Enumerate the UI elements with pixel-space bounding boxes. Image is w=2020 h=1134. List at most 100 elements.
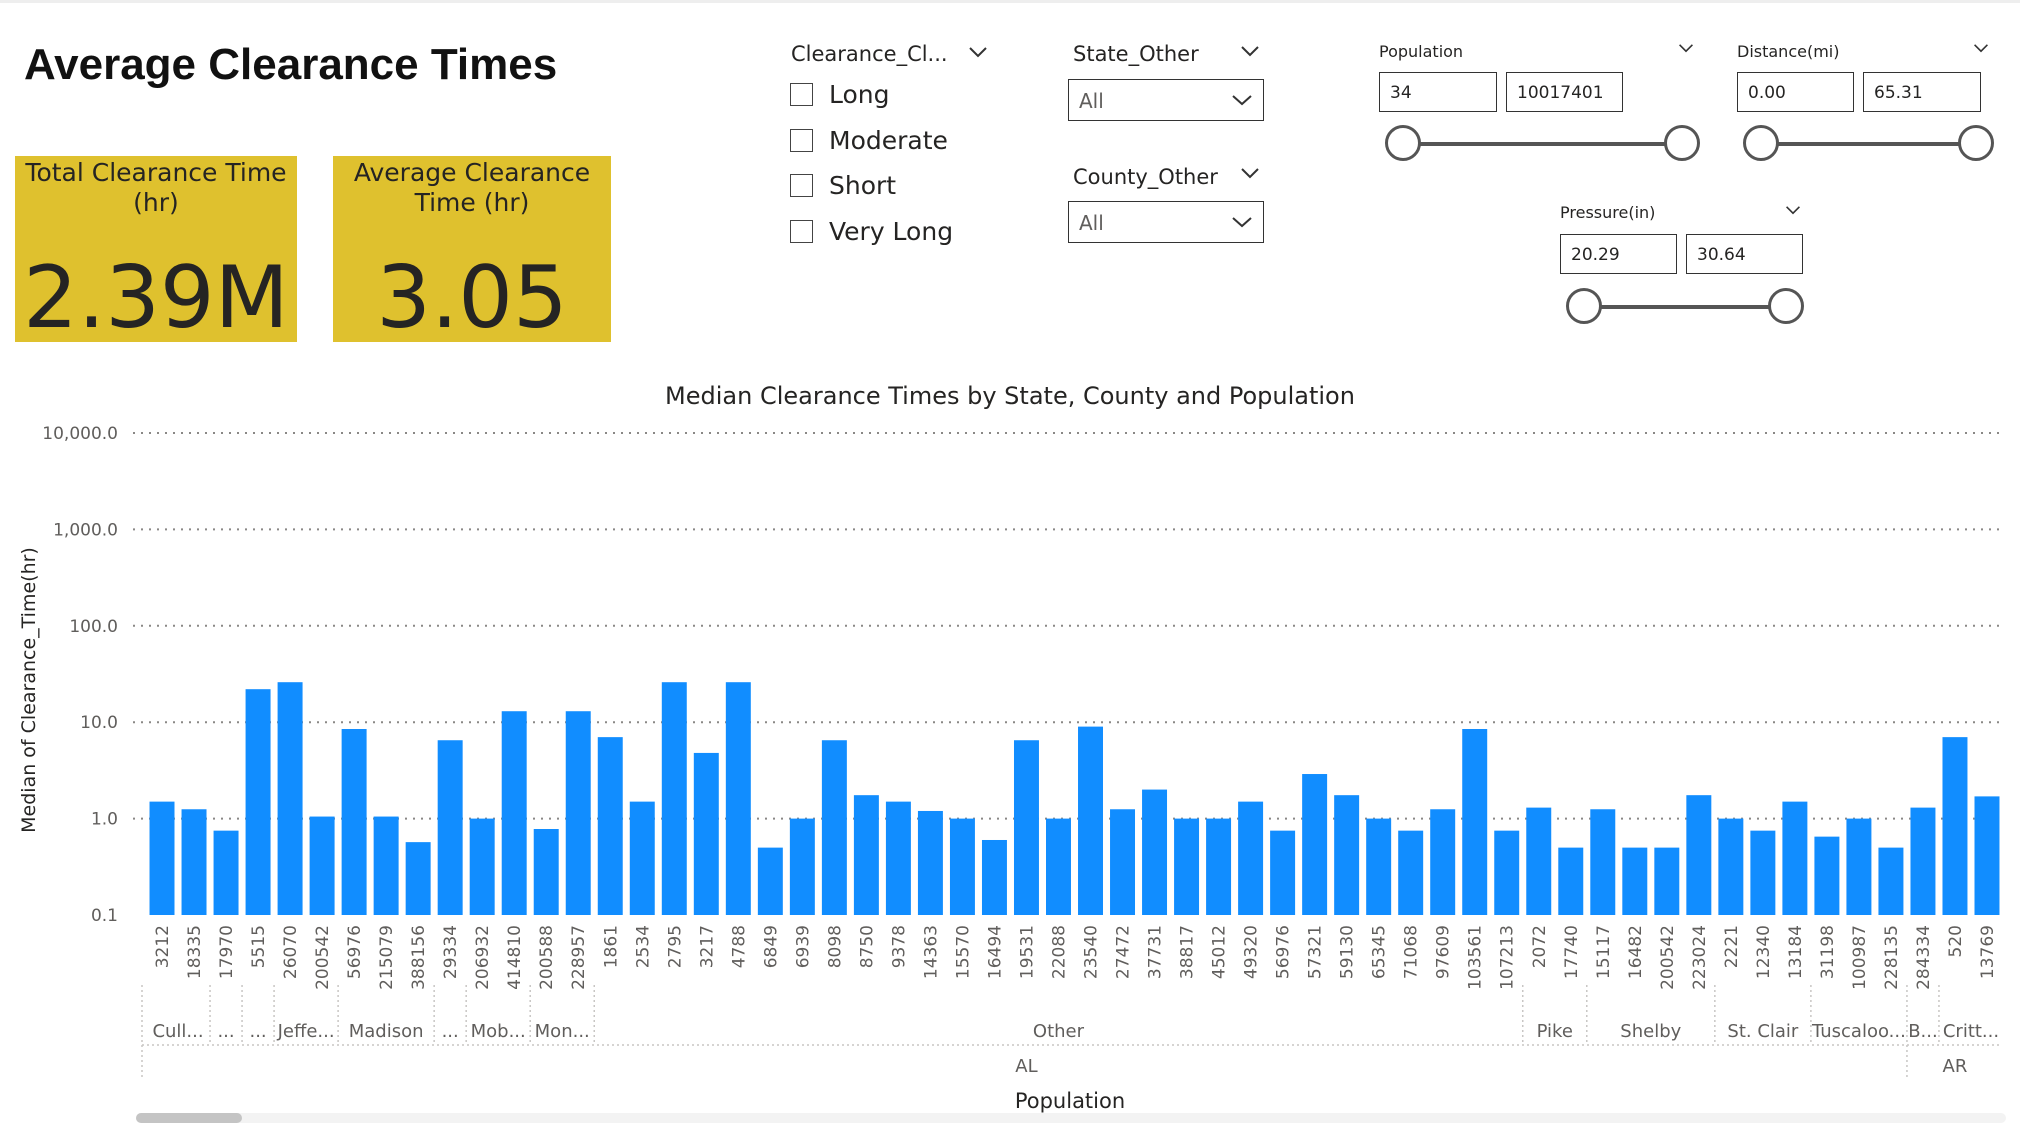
checkbox-icon[interactable] bbox=[790, 82, 813, 106]
bar[interactable] bbox=[1430, 809, 1456, 915]
bar[interactable] bbox=[469, 818, 495, 915]
bar[interactable] bbox=[1782, 801, 1808, 915]
population-max-handle[interactable] bbox=[1664, 125, 1700, 161]
bar[interactable] bbox=[149, 801, 175, 915]
checkbox-short[interactable]: Short bbox=[790, 168, 896, 202]
bar[interactable] bbox=[1142, 789, 1168, 915]
population-min-handle[interactable] bbox=[1385, 125, 1421, 161]
bar[interactable] bbox=[1110, 809, 1136, 915]
population-max-input[interactable]: 10017401 bbox=[1506, 72, 1623, 112]
distance-max-handle[interactable] bbox=[1958, 125, 1994, 161]
chevron-down-icon[interactable] bbox=[1240, 45, 1260, 57]
x-tick-label: 19531 bbox=[1017, 925, 1037, 979]
bar[interactable] bbox=[1270, 830, 1296, 915]
bar[interactable] bbox=[245, 689, 271, 915]
bar[interactable] bbox=[917, 810, 943, 915]
bar[interactable] bbox=[373, 816, 399, 915]
pressure-max-input[interactable]: 30.64 bbox=[1686, 234, 1803, 274]
bar[interactable] bbox=[405, 842, 431, 915]
bar[interactable] bbox=[1302, 774, 1328, 915]
bar[interactable] bbox=[853, 795, 879, 915]
bar[interactable] bbox=[1238, 801, 1264, 915]
bar[interactable] bbox=[757, 847, 783, 915]
bar[interactable] bbox=[1622, 847, 1648, 915]
bar[interactable] bbox=[1334, 795, 1360, 915]
bar[interactable] bbox=[1654, 847, 1680, 915]
chevron-down-icon[interactable] bbox=[1678, 43, 1694, 53]
bar[interactable] bbox=[1878, 847, 1904, 915]
chart-scrollbar-track[interactable] bbox=[136, 1113, 2006, 1123]
bar[interactable] bbox=[341, 729, 367, 915]
bar[interactable] bbox=[693, 752, 719, 915]
population-min-input[interactable]: 34 bbox=[1379, 72, 1497, 112]
bar[interactable] bbox=[1814, 836, 1840, 915]
x-tick-label: 71068 bbox=[1402, 925, 1422, 979]
bar[interactable] bbox=[885, 801, 911, 915]
bar[interactable] bbox=[1526, 807, 1552, 915]
distance-min-handle[interactable] bbox=[1743, 125, 1779, 161]
bar[interactable] bbox=[1494, 830, 1520, 915]
pressure-min-handle[interactable] bbox=[1566, 288, 1602, 324]
chart-scrollbar-thumb[interactable] bbox=[136, 1113, 242, 1123]
x-tick-label: 38817 bbox=[1178, 925, 1198, 979]
distance-slider-track[interactable] bbox=[1760, 142, 1976, 146]
checkbox-icon[interactable] bbox=[790, 128, 813, 152]
checkbox-moderate[interactable]: Moderate bbox=[790, 123, 948, 157]
y-tick-label: 100.0 bbox=[69, 617, 118, 637]
bar[interactable] bbox=[1462, 729, 1488, 915]
bar[interactable] bbox=[213, 830, 239, 915]
bar[interactable] bbox=[1206, 818, 1232, 915]
bar[interactable] bbox=[597, 737, 623, 915]
bar[interactable] bbox=[629, 801, 655, 915]
bar[interactable] bbox=[1398, 830, 1424, 915]
chevron-down-icon[interactable] bbox=[1973, 43, 1989, 53]
bar[interactable] bbox=[565, 711, 591, 915]
chevron-down-icon[interactable] bbox=[968, 46, 988, 58]
checkbox-icon[interactable] bbox=[790, 173, 813, 197]
bar[interactable] bbox=[1942, 737, 1968, 915]
checkbox-icon[interactable] bbox=[790, 219, 813, 243]
bar[interactable] bbox=[309, 816, 335, 915]
checkbox-very-long[interactable]: Very Long bbox=[790, 214, 953, 248]
bar[interactable] bbox=[1558, 847, 1584, 915]
bar[interactable] bbox=[437, 740, 463, 915]
state-dropdown[interactable]: All bbox=[1068, 79, 1264, 121]
bar[interactable] bbox=[1974, 796, 2000, 915]
bar[interactable] bbox=[821, 740, 847, 915]
bar[interactable] bbox=[1910, 807, 1936, 915]
bar[interactable] bbox=[981, 839, 1007, 915]
county-group-label: B... bbox=[1908, 1021, 1938, 1042]
x-tick-label: 520 bbox=[1946, 925, 1966, 957]
bar[interactable] bbox=[1590, 809, 1616, 915]
bar[interactable] bbox=[501, 711, 527, 915]
chevron-down-icon[interactable] bbox=[1240, 167, 1260, 179]
county-group-label: ... bbox=[442, 1021, 459, 1042]
distance-max-input[interactable]: 65.31 bbox=[1863, 72, 1981, 112]
bar[interactable] bbox=[725, 682, 751, 915]
bar[interactable] bbox=[1046, 818, 1071, 915]
pressure-slider-track[interactable] bbox=[1584, 305, 1787, 309]
bar[interactable] bbox=[661, 682, 687, 915]
population-slider-track[interactable] bbox=[1402, 142, 1682, 146]
county-dropdown[interactable]: All bbox=[1068, 201, 1264, 243]
bar[interactable] bbox=[949, 818, 975, 915]
bar[interactable] bbox=[533, 829, 559, 915]
bar[interactable] bbox=[1366, 818, 1392, 915]
county-group-label: Madison bbox=[349, 1021, 424, 1042]
pressure-min-input[interactable]: 20.29 bbox=[1560, 234, 1677, 274]
bar[interactable] bbox=[1718, 818, 1744, 915]
bar[interactable] bbox=[789, 818, 815, 915]
pressure-max-handle[interactable] bbox=[1768, 288, 1804, 324]
bar[interactable] bbox=[1686, 795, 1712, 915]
bar[interactable] bbox=[1750, 830, 1776, 915]
bar[interactable] bbox=[181, 809, 207, 915]
bar[interactable] bbox=[1846, 818, 1872, 915]
bar[interactable] bbox=[1174, 818, 1200, 915]
checkbox-long[interactable]: Long bbox=[790, 77, 890, 111]
bar[interactable] bbox=[277, 682, 303, 915]
x-tick-label: 13769 bbox=[1978, 925, 1998, 979]
chevron-down-icon[interactable] bbox=[1785, 205, 1801, 215]
distance-min-input[interactable]: 0.00 bbox=[1737, 72, 1854, 112]
bar[interactable] bbox=[1078, 726, 1103, 915]
bar[interactable] bbox=[1013, 740, 1039, 915]
